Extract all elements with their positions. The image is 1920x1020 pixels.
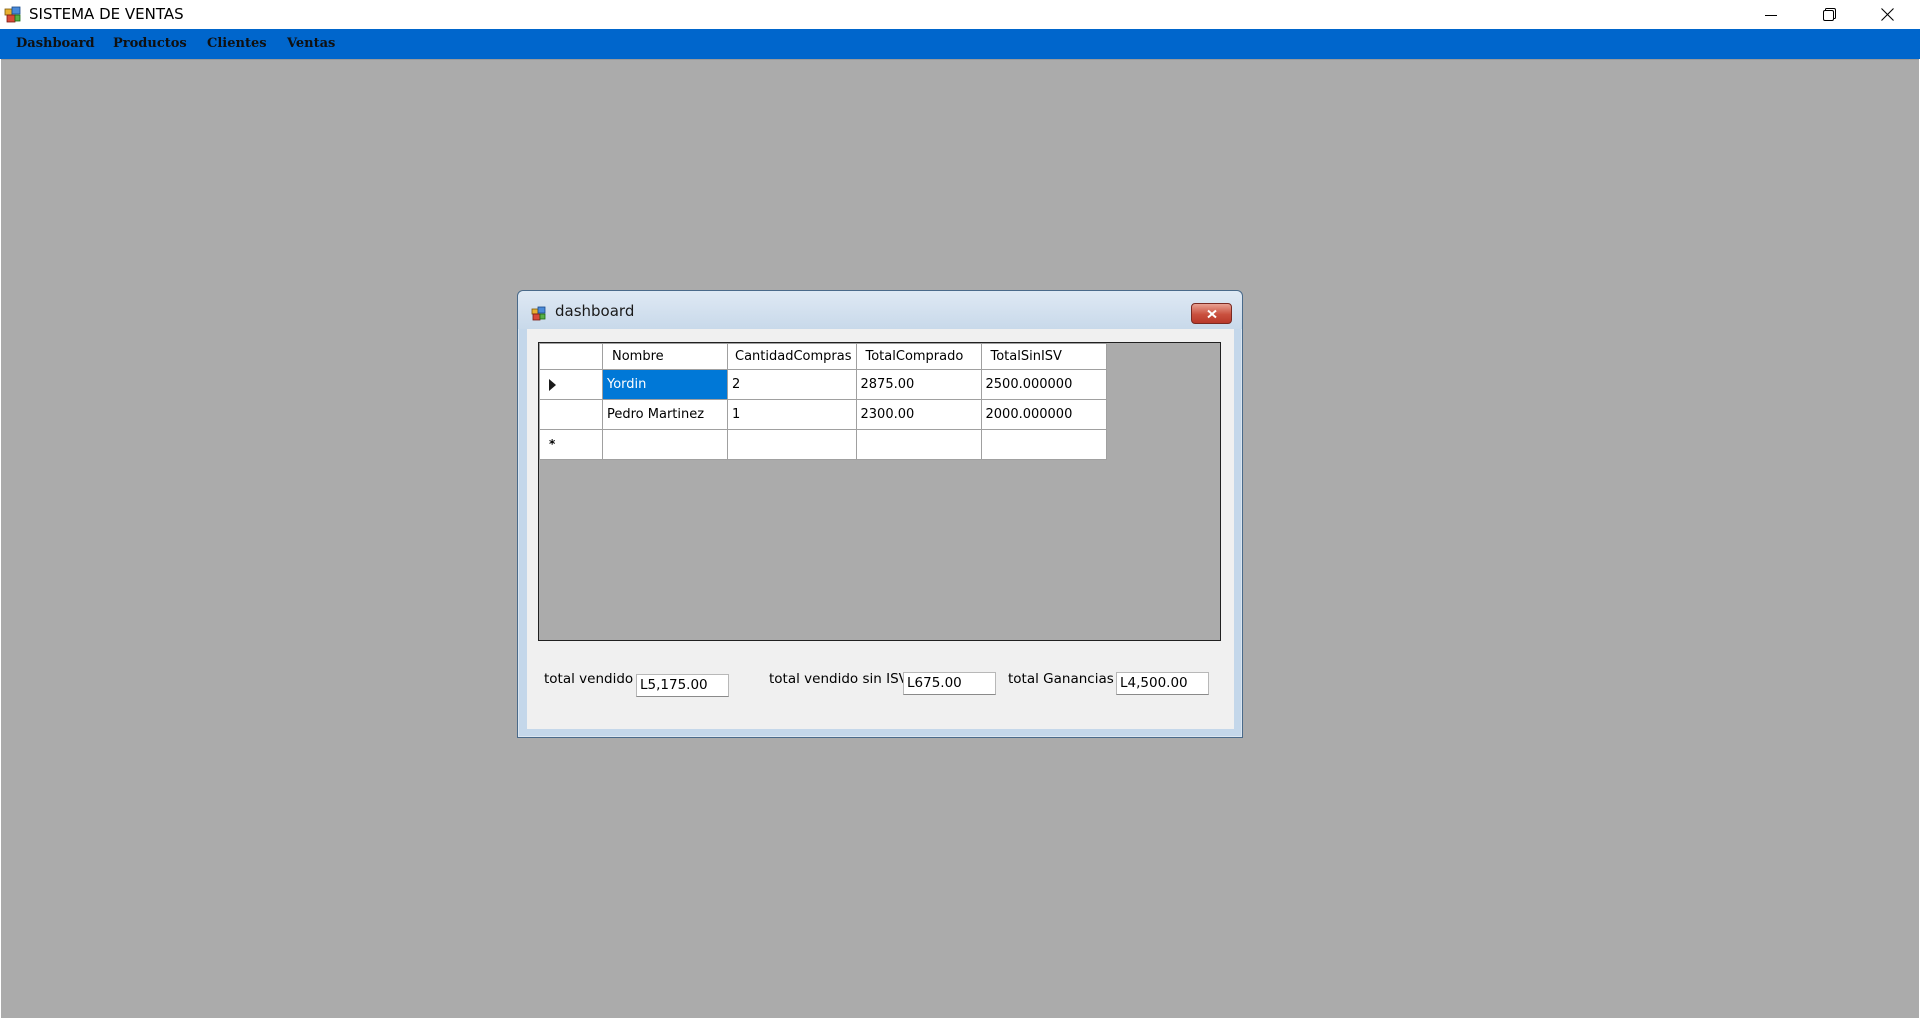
dashboard-window-titlebar[interactable]: dashboard xyxy=(518,291,1242,329)
minimize-icon xyxy=(1765,14,1777,16)
close-icon xyxy=(1206,309,1217,318)
menu-item-productos[interactable]: Productos xyxy=(113,29,187,59)
grid-cell[interactable]: 1 xyxy=(727,399,857,430)
dashboard-client-area: Nombre CantidadCompras TotalComprado Tot… xyxy=(527,329,1234,729)
grid-cell[interactable]: 2 xyxy=(727,369,857,400)
current-row-arrow-icon xyxy=(549,378,556,391)
grid-cell[interactable] xyxy=(602,429,728,460)
table-row-new[interactable]: * xyxy=(539,429,1107,460)
grid-cell[interactable]: 2300.00 xyxy=(855,399,982,430)
mdi-client-area: dashboard Nombre CantidadCompras TotalCo… xyxy=(1,59,1919,1018)
dashboard-window-title: dashboard xyxy=(555,302,635,320)
grid-table: Nombre CantidadCompras TotalComprado Tot… xyxy=(539,343,1107,460)
grid-cell[interactable]: 2500.000000 xyxy=(980,369,1107,400)
grid-cell[interactable] xyxy=(855,429,982,460)
total-vendido-sin-isv-field[interactable]: L675.00 xyxy=(903,672,996,695)
table-row[interactable]: Yordin 2 2875.00 2500.000000 xyxy=(539,369,1107,400)
grid-cell[interactable] xyxy=(727,429,857,460)
menu-item-clientes[interactable]: Clientes xyxy=(207,29,267,59)
dashboard-window: dashboard Nombre CantidadCompras TotalCo… xyxy=(517,290,1243,738)
grid-cell[interactable]: Yordin xyxy=(602,369,728,400)
restore-icon xyxy=(1822,8,1836,21)
form-icon xyxy=(531,306,546,321)
column-header-total-sin-isv[interactable]: TotalSinISV xyxy=(980,343,1107,370)
total-vendido-label: total vendido xyxy=(544,671,634,687)
table-row[interactable]: Pedro Martinez 1 2300.00 2000.000000 xyxy=(539,399,1107,430)
window-titlebar[interactable]: SISTEMA DE VENTAS xyxy=(0,0,1920,29)
row-header[interactable] xyxy=(539,399,603,430)
row-header[interactable]: * xyxy=(539,429,603,460)
menu-item-ventas[interactable]: Ventas xyxy=(287,29,335,59)
new-row-marker: * xyxy=(549,437,556,451)
grid-cell[interactable]: 2000.000000 xyxy=(980,399,1107,430)
close-button[interactable] xyxy=(1858,0,1916,29)
column-header-cantidad-compras[interactable]: CantidadCompras xyxy=(727,343,857,370)
clients-data-grid[interactable]: Nombre CantidadCompras TotalComprado Tot… xyxy=(538,342,1221,641)
grid-cell[interactable]: Pedro Martinez xyxy=(602,399,728,430)
menu-bar: Dashboard Productos Clientes Ventas xyxy=(0,29,1920,59)
column-header-total-comprado[interactable]: TotalComprado xyxy=(855,343,982,370)
grid-corner-header[interactable] xyxy=(539,343,603,370)
grid-cell[interactable]: 2875.00 xyxy=(855,369,982,400)
grid-cell[interactable] xyxy=(980,429,1107,460)
column-header-nombre[interactable]: Nombre xyxy=(602,343,728,370)
total-vendido-field[interactable]: L5,175.00 xyxy=(636,674,729,697)
dashboard-close-button[interactable] xyxy=(1191,303,1232,324)
total-vendido-sin-isv-label: total vendido sin ISV xyxy=(769,671,908,687)
menu-item-dashboard[interactable]: Dashboard xyxy=(16,29,95,59)
window-title: SISTEMA DE VENTAS xyxy=(29,5,184,23)
app-window-icon xyxy=(4,6,21,23)
restore-button[interactable] xyxy=(1800,0,1858,29)
total-ganancias-field[interactable]: L4,500.00 xyxy=(1116,672,1209,695)
row-header[interactable] xyxy=(539,369,603,400)
minimize-button[interactable] xyxy=(1742,0,1800,29)
close-icon xyxy=(1880,8,1894,21)
total-ganancias-label: total Ganancias xyxy=(1008,671,1114,687)
grid-header-row: Nombre CantidadCompras TotalComprado Tot… xyxy=(539,343,1107,370)
